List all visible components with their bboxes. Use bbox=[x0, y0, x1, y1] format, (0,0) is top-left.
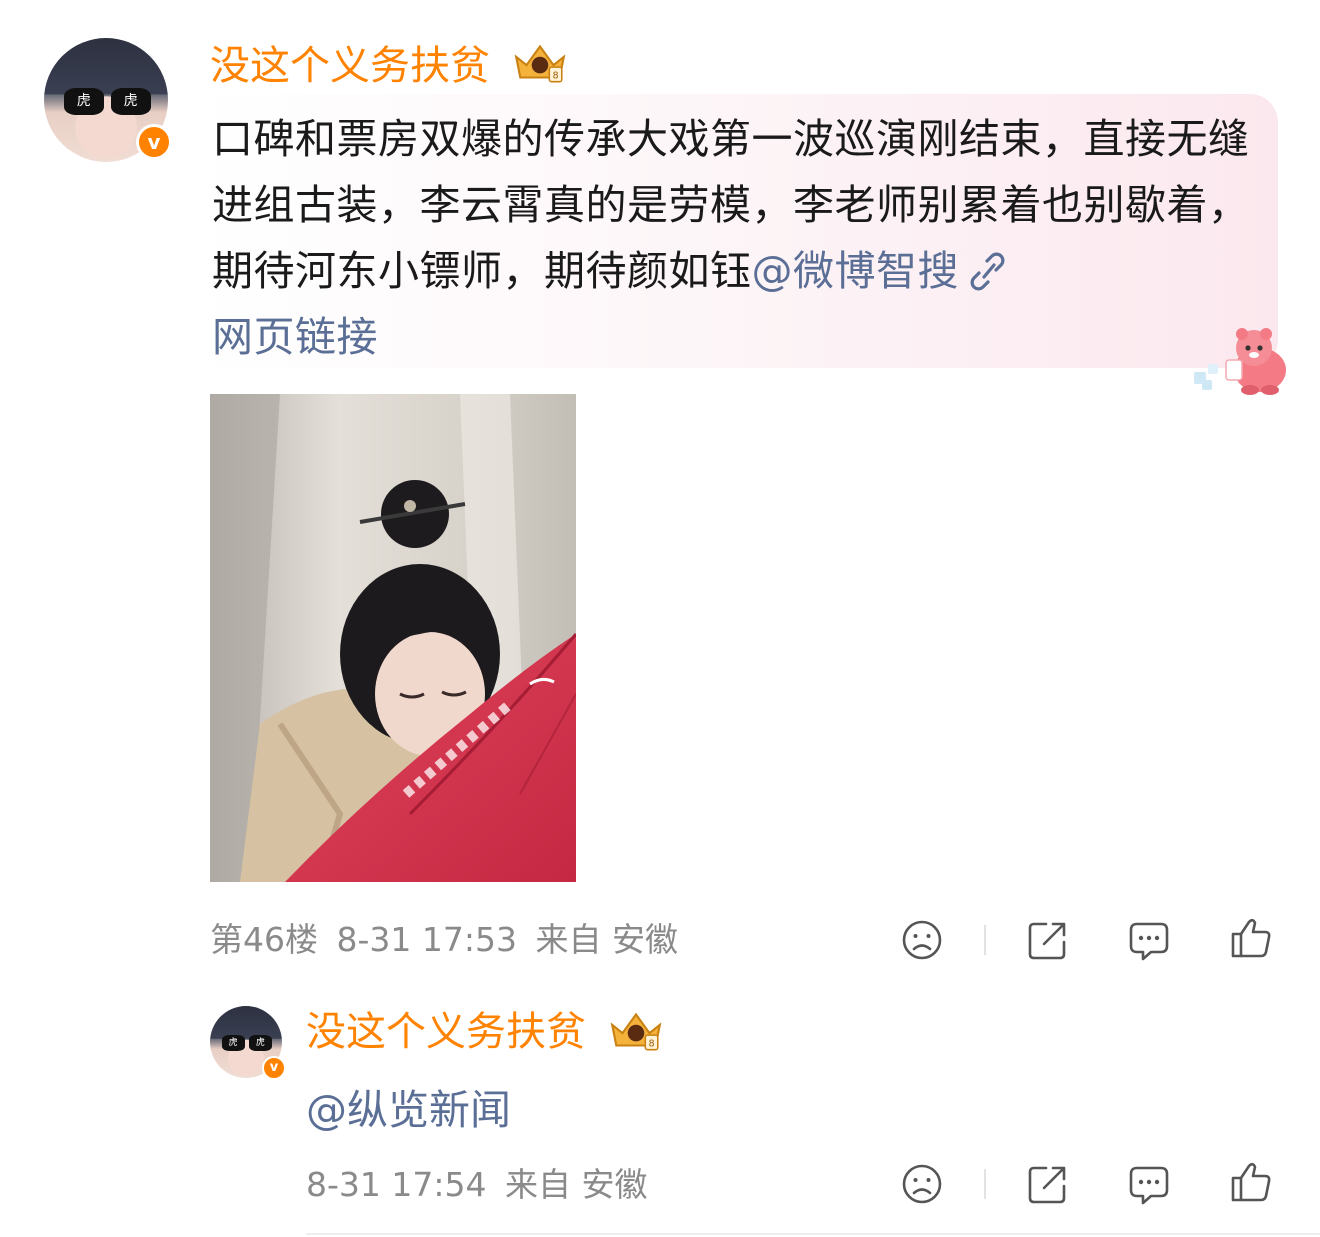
comment-content: 口碑和票房双爆的传承大戏第一波巡演刚结束，直接无缝进组古装，李云霄真的是劳模，李… bbox=[212, 106, 1268, 370]
thumbs-up-icon bbox=[1231, 1162, 1271, 1202]
reply-share-button[interactable] bbox=[1026, 1162, 1070, 1206]
comment-time: 8-31 17:53 bbox=[336, 920, 518, 959]
sad-face-icon bbox=[902, 1164, 942, 1204]
share-icon bbox=[1028, 922, 1066, 960]
crown-icon: 8 bbox=[610, 1012, 662, 1051]
reply-dislike-button[interactable] bbox=[900, 1162, 944, 1206]
reply-username[interactable]: 没这个义务扶贫 bbox=[306, 1006, 586, 1058]
comment-button[interactable] bbox=[1127, 918, 1171, 962]
sad-face-icon bbox=[902, 920, 942, 960]
reply-avatar[interactable]: 虎 虎 v bbox=[210, 1006, 286, 1080]
glasses-lens-text: 虎 bbox=[110, 87, 151, 115]
glasses-lens-text: 虎 bbox=[63, 87, 104, 115]
comment-photo[interactable] bbox=[210, 394, 576, 882]
like-button[interactable] bbox=[1229, 916, 1273, 960]
dislike-button[interactable] bbox=[900, 918, 944, 962]
svg-text:8: 8 bbox=[649, 1039, 655, 1050]
reply-source: 来自 安徽 bbox=[505, 1165, 648, 1204]
reply-comment-button[interactable] bbox=[1127, 1162, 1171, 1206]
share-icon bbox=[1028, 1166, 1066, 1204]
photo-illustration bbox=[210, 394, 576, 882]
divider-line bbox=[306, 1233, 1320, 1235]
mention-link[interactable]: @微博智搜 bbox=[752, 247, 960, 295]
crown-icon: 8 bbox=[514, 44, 566, 83]
glasses-lens-text: 虎 bbox=[248, 1034, 272, 1051]
verified-badge: v bbox=[136, 124, 172, 160]
verified-badge: v bbox=[262, 1056, 286, 1080]
action-divider bbox=[984, 1169, 986, 1199]
floor-number: 第46楼 bbox=[210, 920, 318, 959]
svg-text:8: 8 bbox=[553, 71, 559, 82]
reply-mention[interactable]: @纵览新闻 bbox=[306, 1076, 511, 1136]
sunglasses: 虎 虎 bbox=[63, 87, 151, 115]
commenter-username[interactable]: 没这个义务扶贫 bbox=[210, 40, 490, 92]
comment-bubble-icon bbox=[1129, 922, 1169, 961]
reply-like-button[interactable] bbox=[1229, 1160, 1273, 1204]
comment-meta: 第46楼 8-31 17:53 来自 安徽 bbox=[210, 918, 678, 962]
mascot-sticker bbox=[1194, 328, 1286, 395]
action-divider bbox=[984, 925, 986, 955]
comment-source: 来自 安徽 bbox=[535, 920, 679, 959]
reply-meta: 8-31 17:54 来自 安徽 bbox=[306, 1163, 648, 1207]
share-button[interactable] bbox=[1026, 918, 1070, 962]
glasses-lens-text: 虎 bbox=[221, 1034, 245, 1051]
comment-body-text: 口碑和票房双爆的传承大戏第一波巡演刚结束，直接无缝进组古装，李云霄真的是劳模，李… bbox=[212, 115, 1250, 295]
web-link[interactable]: 网页链接 bbox=[212, 313, 378, 361]
thumbs-up-icon bbox=[1231, 918, 1271, 958]
sunglasses: 虎 虎 bbox=[221, 1034, 272, 1051]
reply-time: 8-31 17:54 bbox=[306, 1165, 487, 1204]
comment-bubble-icon bbox=[1129, 1166, 1169, 1205]
commenter-avatar[interactable]: 虎 虎 v bbox=[44, 38, 172, 162]
link-icon bbox=[970, 252, 1005, 291]
